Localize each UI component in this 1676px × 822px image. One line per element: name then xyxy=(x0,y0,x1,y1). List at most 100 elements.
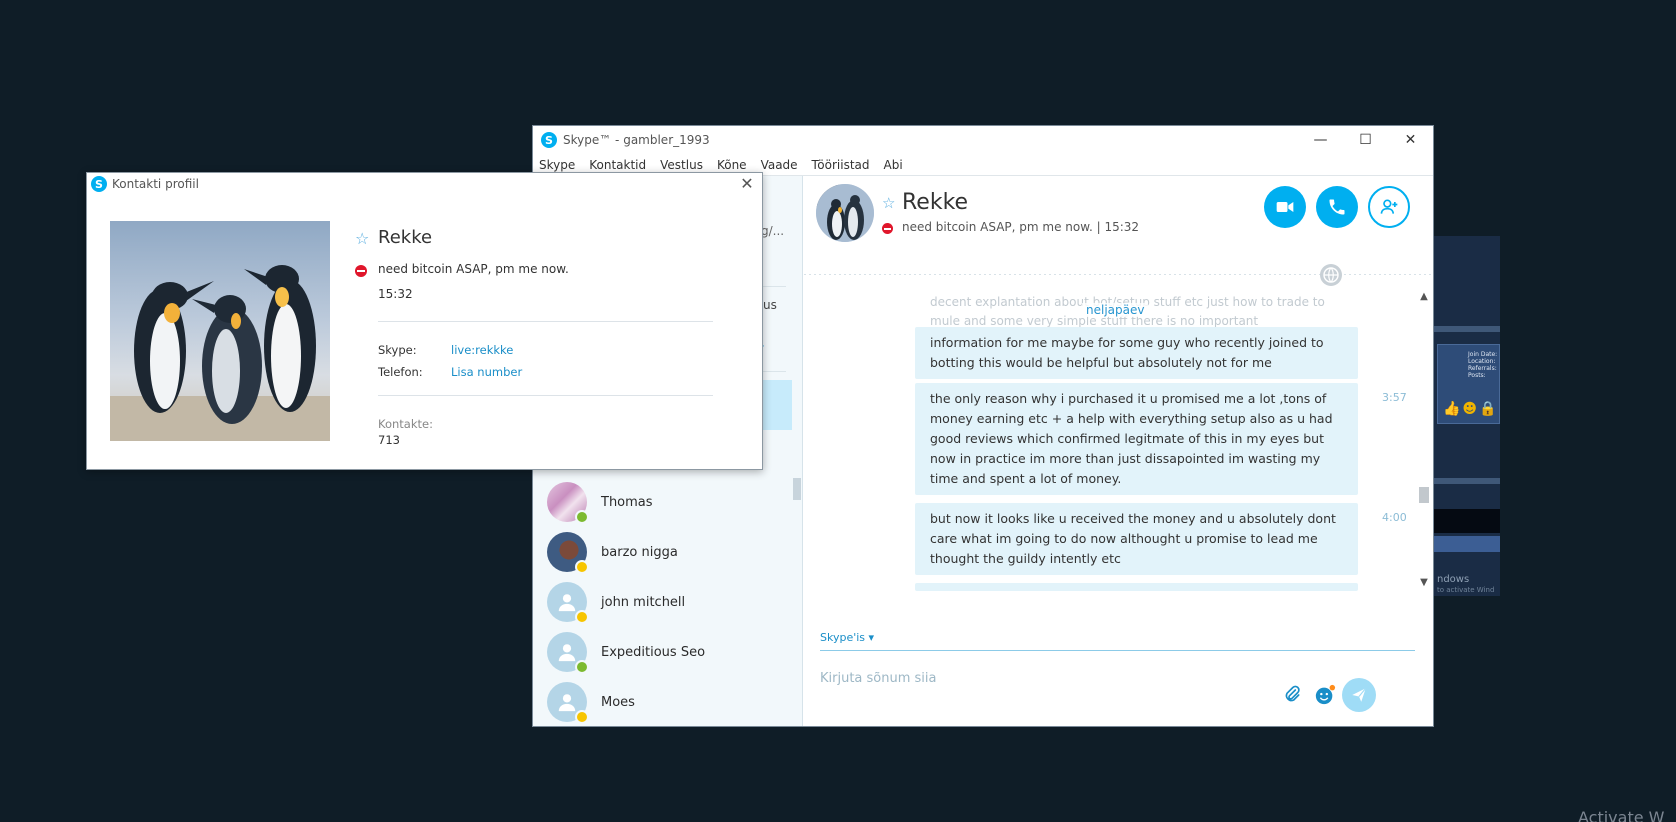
paperclip-icon xyxy=(1285,685,1300,702)
status-online-icon xyxy=(575,510,589,524)
menu-skype[interactable]: Skype xyxy=(539,158,575,172)
profile-divider xyxy=(378,321,713,322)
mood-text: need bitcoin ASAP, pm me now. xyxy=(902,220,1093,234)
add-person-icon xyxy=(1380,199,1398,214)
mood-time: 15:32 xyxy=(1104,220,1140,234)
attach-button[interactable] xyxy=(1277,680,1307,710)
background-panel-line: Join Date: xyxy=(1468,351,1498,358)
emoji-icons: 👍☻🔒 xyxy=(1443,401,1499,417)
penguin-image xyxy=(816,184,874,242)
contact-avatar[interactable] xyxy=(816,184,874,242)
contact-item-thomas[interactable]: Thomas xyxy=(547,480,653,524)
voice-call-button[interactable] xyxy=(1316,186,1358,228)
smiley-icon xyxy=(1315,684,1336,705)
favorite-star-icon[interactable]: ☆ xyxy=(355,229,369,248)
chat-scrollbar[interactable]: ▲ ▼ xyxy=(1417,291,1431,591)
contact-item-john-mitchell[interactable]: john mitchell xyxy=(547,580,685,624)
message-input[interactable] xyxy=(820,671,1260,686)
background-window-subtext: to activate Wind xyxy=(1437,586,1495,594)
profile-divider xyxy=(378,395,713,396)
profile-time: 15:32 xyxy=(378,287,413,301)
add-number-link[interactable]: Lisa number xyxy=(451,365,522,379)
person-icon xyxy=(558,694,576,712)
minimize-button[interactable]: — xyxy=(1298,126,1343,154)
skype-logo-icon: S xyxy=(541,132,557,148)
status-away-icon xyxy=(575,710,589,724)
person-icon xyxy=(558,644,576,662)
background-blue-bar xyxy=(1433,536,1500,552)
background-window: Join Date: Location: Referrals: Posts: 👍… xyxy=(1432,236,1500,596)
menu-kontaktid[interactable]: Kontaktid xyxy=(589,158,646,172)
compose-divider xyxy=(820,650,1415,651)
scroll-thumb[interactable] xyxy=(1419,487,1429,503)
caret-down-icon: ▾ xyxy=(868,631,875,644)
skype-label: Skype: xyxy=(378,343,417,357)
profile-titlebar[interactable]: S Kontakti profiil xyxy=(87,173,762,195)
person-icon xyxy=(558,594,576,612)
contact-item-expeditious-seo[interactable]: Expeditious Seo xyxy=(547,630,705,674)
profile-mood: need bitcoin ASAP, pm me now. xyxy=(378,262,569,276)
globe-icon-shape xyxy=(1323,267,1339,283)
contacts-count-value: 713 xyxy=(378,433,400,447)
menu-tooriistad[interactable]: Tööriistad xyxy=(812,158,870,172)
emoticon-button[interactable] xyxy=(1310,680,1340,710)
day-separator: neljapäev xyxy=(1082,303,1149,317)
send-button[interactable] xyxy=(1342,678,1376,712)
window-controls: — ☐ ✕ xyxy=(1298,126,1433,154)
maximize-button[interactable]: ☐ xyxy=(1343,126,1388,154)
background-panel-line: Referrals: xyxy=(1468,365,1497,372)
contact-name: Moes xyxy=(601,694,635,710)
contact-item-moes[interactable]: Moes xyxy=(547,680,635,724)
background-panel-line: Posts: xyxy=(1468,372,1486,379)
do-not-disturb-icon xyxy=(882,223,893,234)
avatar xyxy=(547,582,589,624)
sidebar-partial-text: us xyxy=(763,298,777,312)
status-away-icon xyxy=(575,560,589,574)
contact-profile-dialog: S Kontakti profiil ✕ ☆ Rekke need bitcoi… xyxy=(86,172,763,470)
contact-name: barzo nigga xyxy=(601,544,678,560)
contact-name: Thomas xyxy=(601,494,653,510)
contact-name: john mitchell xyxy=(601,594,686,610)
menu-vaade[interactable]: Vaade xyxy=(761,158,798,172)
chat-panel: ☆ Rekke need bitcoin ASAP, pm me now. | … xyxy=(804,176,1433,726)
close-button[interactable]: ✕ xyxy=(1388,126,1433,154)
compose-area: Skype'is ▾ xyxy=(820,631,1415,686)
globe-icon[interactable] xyxy=(1320,264,1342,286)
background-panel-line: Location: xyxy=(1468,358,1496,365)
penguin-image xyxy=(110,265,330,441)
contacts-count-label: Kontakte: xyxy=(378,417,433,431)
skype-id-link[interactable]: live:rekkke xyxy=(451,343,513,357)
menu-vestlus[interactable]: Vestlus xyxy=(660,158,703,172)
main-titlebar[interactable]: S Skype™ - gambler_1993 — ☐ ✕ xyxy=(533,126,1433,154)
close-icon[interactable]: ✕ xyxy=(738,175,756,193)
background-strip xyxy=(1433,326,1500,332)
avatar xyxy=(547,682,589,724)
contact-name: Expeditious Seo xyxy=(601,644,706,660)
send-via-dropdown[interactable]: Skype'is ▾ xyxy=(820,631,1415,644)
sidebar-partial-text: g/... xyxy=(761,224,785,238)
scroll-up-icon[interactable]: ▲ xyxy=(1417,291,1431,305)
menu-abi[interactable]: Abi xyxy=(884,158,903,172)
dialog-title: Kontakti profiil xyxy=(112,177,199,191)
menu-kone[interactable]: Kõne xyxy=(717,158,747,172)
chat-header: ☆ Rekke need bitcoin ASAP, pm me now. | … xyxy=(804,176,1433,264)
contact-item-barzo[interactable]: barzo nigga xyxy=(547,530,678,574)
add-contact-button[interactable] xyxy=(1368,186,1410,228)
background-strip xyxy=(1433,478,1500,484)
contact-mood: need bitcoin ASAP, pm me now. | 15:32 xyxy=(902,220,1140,234)
message-time: 4:00 xyxy=(1382,511,1407,524)
activate-windows-watermark: Activate W xyxy=(1578,808,1665,822)
phone-icon xyxy=(1329,199,1345,215)
profile-photo xyxy=(110,221,330,441)
message-bubble: but now it looks like u received the mon… xyxy=(915,503,1358,575)
background-dark-bar xyxy=(1433,509,1500,533)
favorite-star-icon[interactable]: ☆ xyxy=(882,194,895,212)
avatar xyxy=(547,482,589,524)
avatar xyxy=(547,532,589,574)
profile-name: Rekke xyxy=(378,227,433,248)
message-bubble: information for me maybe for some guy wh… xyxy=(915,327,1358,379)
video-call-button[interactable] xyxy=(1264,186,1306,228)
do-not-disturb-icon xyxy=(355,265,367,277)
sidebar-scrollbar[interactable] xyxy=(793,478,801,500)
scroll-down-icon[interactable]: ▼ xyxy=(1417,577,1431,591)
